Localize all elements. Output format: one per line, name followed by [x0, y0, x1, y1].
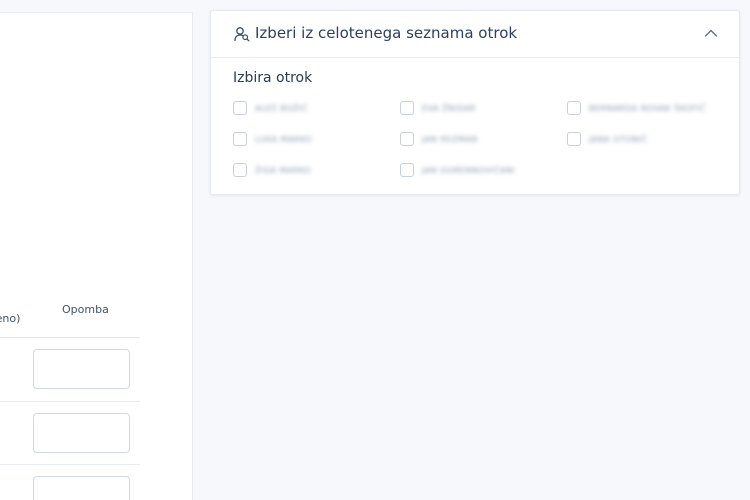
child-option[interactable]: JAN REZMAN	[400, 130, 478, 148]
row-divider	[0, 401, 140, 402]
attendance-card: ten vičeno) Opomba	[0, 12, 193, 500]
child-name: JANA OTONIČ	[589, 134, 648, 144]
note-input[interactable]	[33, 476, 130, 500]
child-option[interactable]: ALEŠ BOŽIČ	[233, 99, 308, 117]
child-option[interactable]: JANA OTONIČ	[567, 130, 648, 148]
page: ten vičeno) Opomba Izberi iz celotenega …	[0, 0, 750, 500]
checkbox[interactable]	[233, 132, 247, 146]
card-header[interactable]: Izberi iz celotenega seznama otrok	[211, 11, 739, 58]
child-option[interactable]: BERNARDA NOVAK ŠKOFIČ	[567, 99, 706, 117]
row-divider	[0, 464, 140, 465]
card-title: Izberi iz celotenega seznama otrok	[255, 24, 518, 42]
checkbox[interactable]	[567, 101, 581, 115]
child-name: BERNARDA NOVAK ŠKOFIČ	[589, 103, 706, 113]
checkbox[interactable]	[400, 163, 414, 177]
child-option[interactable]: LUKA MARKO	[233, 130, 312, 148]
child-name: EVA ŽNIDAR	[422, 103, 476, 113]
child-option[interactable]: EVA ŽNIDAR	[400, 99, 476, 117]
checkbox[interactable]	[400, 101, 414, 115]
child-name: LUKA MARKO	[255, 134, 313, 144]
header-divider	[0, 337, 140, 338]
child-option[interactable]: JAN GORENNOVIČANI	[400, 161, 515, 179]
child-name: JAN REZMAN	[422, 134, 478, 144]
note-input[interactable]	[33, 349, 130, 389]
column-header-note: Opomba	[62, 303, 109, 316]
checkbox[interactable]	[400, 132, 414, 146]
note-input[interactable]	[33, 413, 130, 453]
child-option[interactable]: ŽIGA MARKO	[233, 161, 311, 179]
child-name: JAN GORENNOVIČANI	[422, 165, 516, 175]
user-search-icon	[234, 27, 250, 42]
column-header-present: ten vičeno)	[0, 312, 21, 325]
checkbox[interactable]	[567, 132, 581, 146]
child-name: ALEŠ BOŽIČ	[255, 103, 308, 113]
checkbox[interactable]	[233, 101, 247, 115]
chevron-up-icon[interactable]	[704, 28, 718, 38]
child-selection-card: Izberi iz celotenega seznama otrok Izbir…	[210, 10, 740, 195]
section-label: Izbira otrok	[233, 70, 313, 86]
child-name: ŽIGA MARKO	[255, 165, 312, 175]
checkbox[interactable]	[233, 163, 247, 177]
